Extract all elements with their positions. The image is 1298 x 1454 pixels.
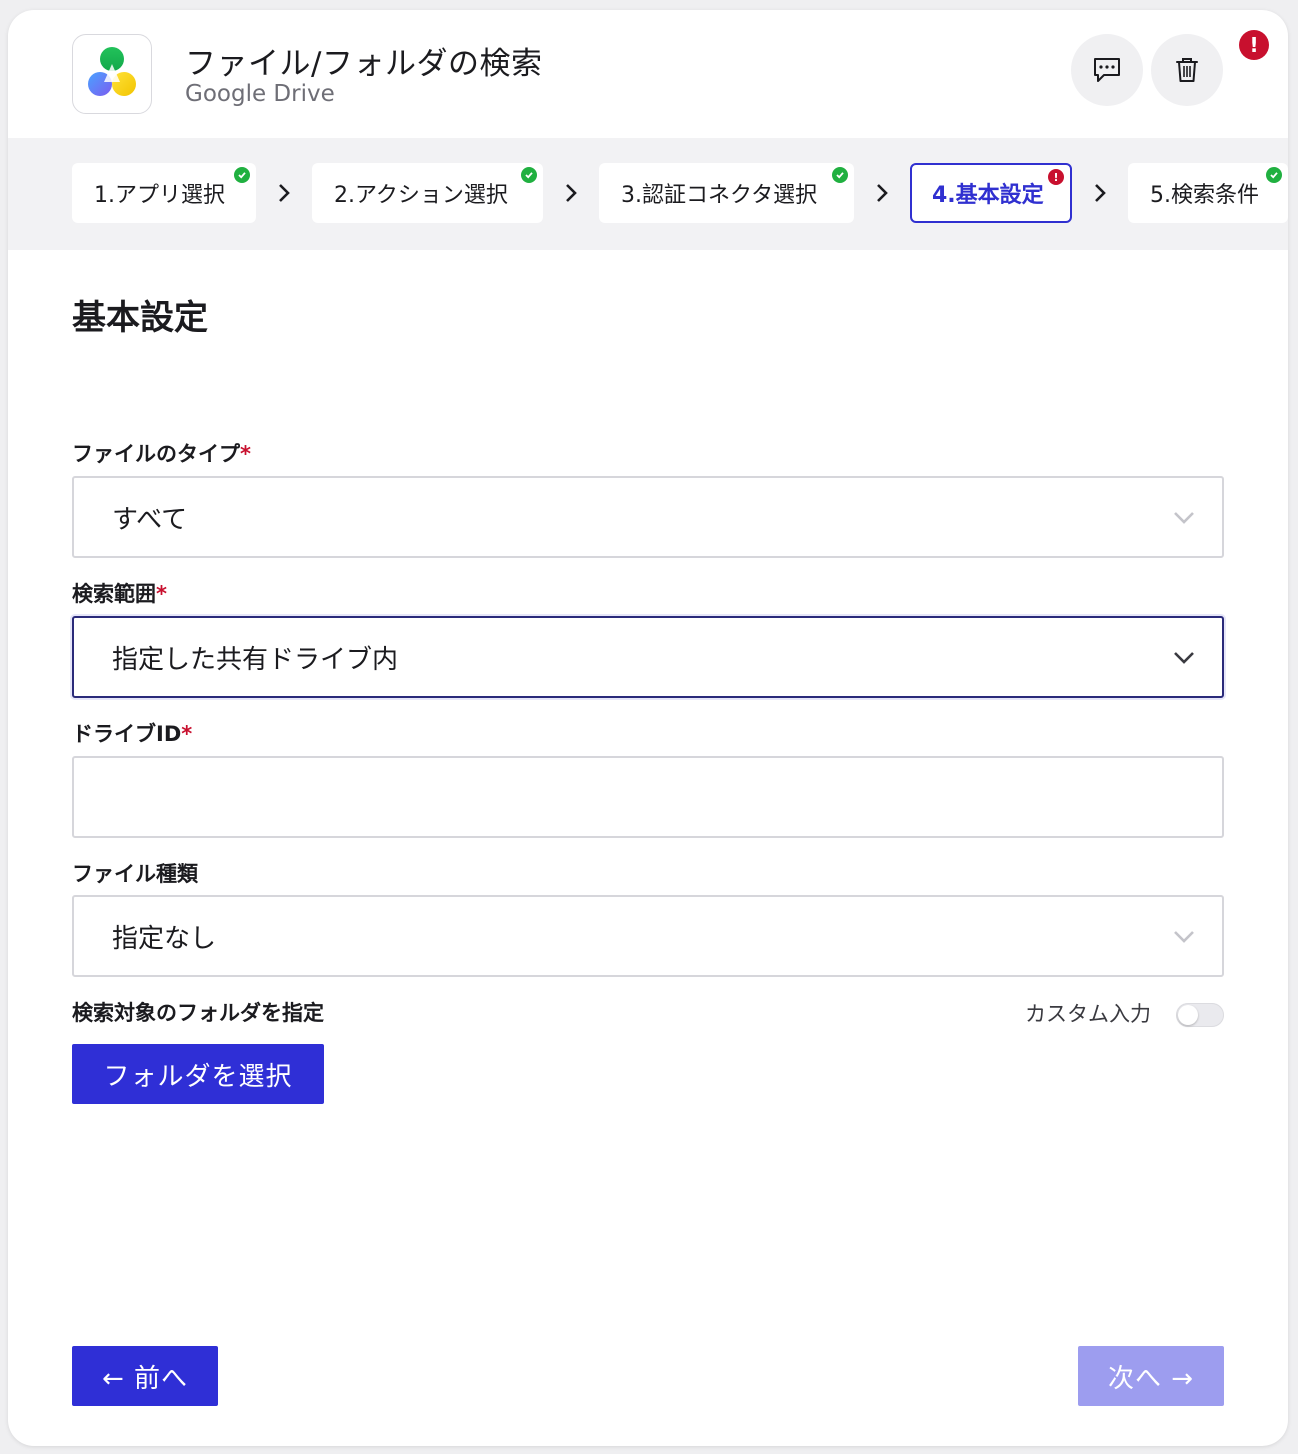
chevron-right-icon bbox=[566, 184, 577, 202]
chevron-right-icon bbox=[1095, 184, 1106, 202]
step-action-select[interactable]: 2.アクション選択 bbox=[312, 163, 543, 223]
chevron-right-icon bbox=[877, 184, 888, 202]
page-title: ファイル/フォルダの検索 bbox=[185, 46, 543, 82]
alert-icon: ! bbox=[1048, 169, 1064, 185]
file-type-select[interactable]: すべて bbox=[72, 476, 1224, 558]
next-button[interactable]: 次へ → bbox=[1078, 1346, 1224, 1406]
required-mark: * bbox=[240, 442, 251, 466]
step-label: 5.検索条件 bbox=[1150, 183, 1259, 208]
step-auth-connector[interactable]: 3.認証コネクタ選択 bbox=[599, 163, 854, 223]
drive-id-label: ドライブID* bbox=[72, 722, 193, 746]
toggle-knob bbox=[1178, 1005, 1198, 1025]
step-label: 2.アクション選択 bbox=[334, 183, 508, 208]
chevron-down-icon bbox=[1174, 652, 1194, 664]
target-folder-label: 検索対象のフォルダを指定 bbox=[72, 1001, 324, 1025]
step-label: 1.アプリ選択 bbox=[94, 183, 225, 208]
trash-icon bbox=[1176, 58, 1198, 82]
step-label: 4.基本設定 bbox=[932, 183, 1044, 208]
delete-button[interactable] bbox=[1151, 34, 1223, 106]
chevron-down-icon bbox=[1174, 512, 1194, 524]
comment-icon bbox=[1094, 58, 1120, 82]
check-icon bbox=[832, 167, 848, 183]
file-type-value: すべて bbox=[112, 504, 188, 535]
modal-card: ファイル/フォルダの検索 Google Drive ! 1.アプリ選択 2.アク… bbox=[8, 10, 1288, 1446]
chevron-down-icon bbox=[1174, 931, 1194, 943]
file-kind-select[interactable]: 指定なし bbox=[72, 895, 1224, 977]
app-logo bbox=[72, 34, 152, 114]
file-kind-label: ファイル種類 bbox=[72, 862, 198, 886]
check-icon bbox=[1266, 167, 1282, 183]
alert-icon: ! bbox=[1239, 30, 1269, 60]
check-icon bbox=[521, 167, 537, 183]
required-mark: * bbox=[181, 722, 193, 746]
section-title: 基本設定 bbox=[72, 298, 208, 338]
search-scope-value: 指定した共有ドライブ内 bbox=[112, 644, 399, 675]
comment-button[interactable] bbox=[1071, 34, 1143, 106]
search-scope-label: 検索範囲* bbox=[72, 582, 167, 606]
app-name: Google Drive bbox=[185, 81, 335, 107]
file-kind-value: 指定なし bbox=[112, 923, 217, 954]
prev-button[interactable]: ← 前へ bbox=[72, 1346, 218, 1406]
step-search-conditions[interactable]: 5.検索条件 bbox=[1128, 163, 1288, 223]
step-app-select[interactable]: 1.アプリ選択 bbox=[72, 163, 256, 223]
header: ファイル/フォルダの検索 Google Drive ! bbox=[8, 10, 1288, 138]
step-navigation: 1.アプリ選択 2.アクション選択 3.認証コネクタ選択 4.基本設定 ! 5.… bbox=[8, 138, 1288, 250]
step-basic-settings[interactable]: 4.基本設定 ! bbox=[910, 163, 1072, 223]
custom-input-label: カスタム入力 bbox=[1025, 1002, 1151, 1026]
custom-input-toggle[interactable] bbox=[1176, 1003, 1224, 1027]
check-icon bbox=[234, 167, 250, 183]
select-folder-button[interactable]: フォルダを選択 bbox=[72, 1044, 324, 1104]
required-mark: * bbox=[156, 582, 167, 606]
search-scope-select[interactable]: 指定した共有ドライブ内 bbox=[72, 616, 1224, 698]
chevron-right-icon bbox=[279, 184, 290, 202]
google-drive-logo-icon bbox=[88, 47, 136, 96]
step-label: 3.認証コネクタ選択 bbox=[621, 183, 818, 208]
drive-id-input[interactable] bbox=[72, 756, 1224, 838]
file-type-label: ファイルのタイプ* bbox=[72, 442, 251, 466]
